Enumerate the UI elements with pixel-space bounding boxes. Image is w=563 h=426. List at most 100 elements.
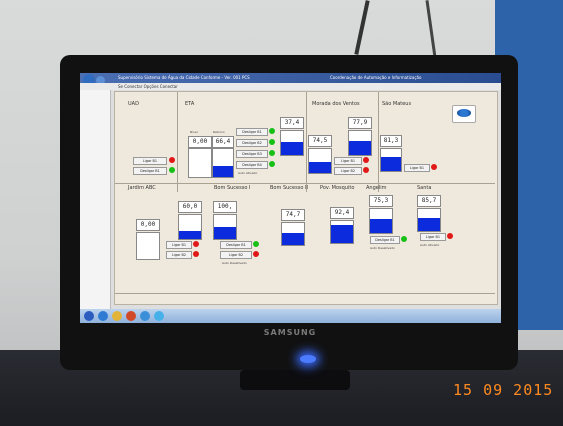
- santa-auto-checkbox[interactable]: Auto Ativado: [420, 243, 439, 247]
- angelim-desligar-button[interactable]: Desligar B1: [370, 236, 400, 244]
- status-led: [253, 251, 259, 257]
- power-led: [300, 355, 316, 363]
- bom-sucesso-2-tank: [281, 222, 305, 246]
- sao-mateus-display: 81,3: [380, 135, 402, 147]
- logo-mark: [457, 109, 471, 117]
- status-led: [269, 150, 275, 156]
- eta-display-b: 66,4: [212, 136, 234, 148]
- bom-sucesso-1-auto-checkbox[interactable]: Auto Desativado: [222, 261, 247, 265]
- bom-sucesso-1-ligar-button[interactable]: Ligar B2: [220, 251, 252, 259]
- station-label-sao-mateus: São Mateus: [382, 101, 412, 107]
- santa-display: 85,7: [417, 195, 441, 207]
- angelim-auto-checkbox[interactable]: Auto Desativado: [370, 246, 395, 250]
- status-led: [447, 233, 453, 239]
- station-label-uad: UAD: [128, 101, 139, 107]
- monitor-screen: Supervisório Sistema de Água da Cidade C…: [80, 73, 501, 323]
- jardim-display-b: 60,0: [178, 201, 202, 213]
- photo-date-stamp: 15 09 2015: [453, 381, 554, 399]
- bom-sucesso-2-display: 74,7: [281, 209, 305, 221]
- morada-tank-b: [348, 130, 372, 156]
- santa-tank: [417, 208, 441, 232]
- morada-display-a: 74,5: [308, 135, 332, 147]
- station-label-santa: Santa: [417, 185, 432, 191]
- pov-mosquito-display: 92,4: [330, 207, 354, 219]
- folder-icon[interactable]: [112, 311, 122, 321]
- tank-fill: [281, 141, 303, 155]
- eta-display-a: 0,00: [188, 136, 212, 148]
- divider: [378, 92, 379, 192]
- menu-bar: Se Conectar Opções Conectar: [80, 83, 501, 90]
- status-led: [363, 157, 369, 163]
- eta-btn1[interactable]: Desligar B1: [236, 128, 268, 136]
- status-led: [269, 128, 275, 134]
- status-led: [269, 161, 275, 167]
- jardim-ligar-b2-button[interactable]: Ligar B2: [166, 251, 192, 259]
- bom-sucesso-1-display: 100,: [213, 201, 237, 213]
- tank-fill: [214, 227, 236, 239]
- station-label-jardim: Jardim ABC: [128, 185, 156, 191]
- tank-fill: [282, 232, 304, 245]
- menu-items[interactable]: Se Conectar Opções Conectar: [118, 83, 178, 90]
- morada-ligar-b1-button[interactable]: Ligar B1: [334, 157, 362, 165]
- status-led: [169, 167, 175, 173]
- app-icon[interactable]: [154, 311, 164, 321]
- uad-ligar-b1-button[interactable]: Ligar B1: [133, 157, 167, 165]
- tank-fill: [179, 230, 201, 239]
- eta-tank-a: [188, 148, 212, 178]
- sao-mateus-ligar-button[interactable]: Ligar B1: [404, 164, 430, 172]
- tank-fill: [309, 162, 331, 173]
- uad-desligar-b1-button[interactable]: Desligar B1: [133, 167, 167, 175]
- divider: [306, 92, 307, 192]
- tank-fill: [381, 156, 401, 171]
- status-led: [193, 241, 199, 247]
- company-logo: [452, 105, 476, 123]
- tank-37-display: 37,4: [280, 117, 304, 129]
- eta-small-label: Retorno: [213, 130, 225, 134]
- eta-small-label: Nível: [190, 130, 198, 134]
- media-icon[interactable]: [126, 311, 136, 321]
- sao-mateus-tank: [380, 148, 402, 172]
- browser-icon[interactable]: [98, 311, 108, 321]
- tank-fill: [418, 217, 440, 231]
- tank-37: [280, 130, 304, 156]
- bom-sucesso-1-tank: [213, 214, 237, 240]
- morada-tank-a: [308, 148, 332, 174]
- tank-fill: [370, 218, 392, 233]
- window-subtitle: Coordenação de Automação e Informatizaçã…: [330, 75, 422, 80]
- status-led: [431, 164, 437, 170]
- status-led: [363, 167, 369, 173]
- station-label-bom-sucesso-2: Bom Sucesso II: [270, 185, 308, 191]
- window-title: Supervisório Sistema de Água da Cidade C…: [118, 75, 250, 80]
- window-titlebar: Supervisório Sistema de Água da Cidade C…: [80, 73, 501, 83]
- angelim-tank: [369, 208, 393, 234]
- monitor-brand: SAMSUNG: [263, 328, 317, 337]
- station-label-bom-sucesso-1: Bom Sucesso I: [214, 185, 251, 191]
- jardim-ligar-b1-button[interactable]: Ligar B1: [166, 241, 192, 249]
- eta-btn2[interactable]: Desligar B2: [236, 139, 268, 147]
- divider: [115, 293, 495, 294]
- jardim-display-a: 0,00: [136, 219, 160, 231]
- status-led: [193, 251, 199, 257]
- status-led: [253, 241, 259, 247]
- station-label-morada: Morada dos Ventos: [312, 101, 360, 107]
- station-label-eta: ETA: [185, 101, 195, 107]
- sidebar: [80, 90, 111, 310]
- start-icon[interactable]: [84, 311, 94, 321]
- monitor-stand: [240, 370, 350, 390]
- status-led: [169, 157, 175, 163]
- tank-fill: [349, 140, 371, 155]
- status-led: [401, 236, 407, 242]
- morada-ligar-b2-button[interactable]: Ligar B2: [334, 167, 362, 175]
- tank-fill: [213, 165, 233, 177]
- divider: [177, 92, 178, 192]
- app-icon[interactable]: [140, 311, 150, 321]
- bom-sucesso-1-desligar-button[interactable]: Desligar B1: [220, 241, 252, 249]
- tank-fill: [331, 225, 353, 243]
- santa-ligar-button[interactable]: Ligar B1: [420, 233, 446, 241]
- morada-display-b: 77,9: [348, 117, 372, 129]
- eta-auto-checkbox[interactable]: Auto Ativado: [238, 171, 257, 175]
- eta-btn3[interactable]: Desligar B3: [236, 150, 268, 158]
- eta-btn4[interactable]: Desligar B4: [236, 161, 268, 169]
- angelim-display: 75,3: [369, 195, 393, 207]
- jardim-tank-b: [178, 214, 202, 240]
